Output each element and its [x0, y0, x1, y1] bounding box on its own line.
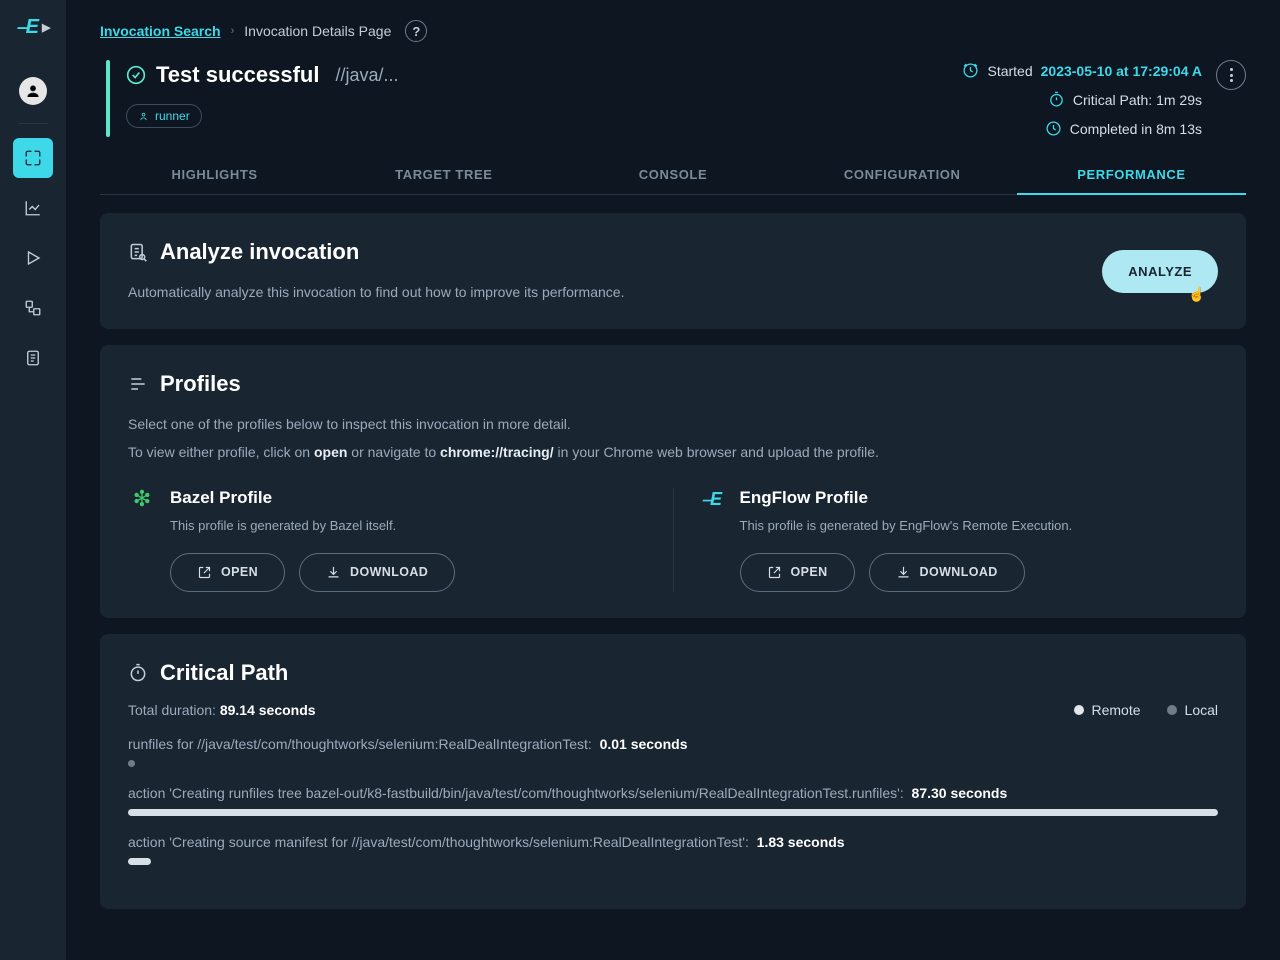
sidebar-item-stats[interactable] [13, 188, 53, 228]
download-icon [896, 565, 911, 580]
analyze-button[interactable]: ANALYZE ☝ [1102, 250, 1218, 293]
sidebar-item-reports[interactable] [13, 338, 53, 378]
critical-path-item[interactable]: action 'Creating source manifest for //j… [128, 834, 1218, 865]
bazel-profile-col: ❇ Bazel Profile This profile is generate… [128, 488, 674, 592]
profiles-card: Profiles Select one of the profiles belo… [100, 345, 1246, 617]
runner-badge[interactable]: runner [126, 104, 202, 128]
chevron-right-icon: › [231, 25, 235, 37]
status-accent-bar [106, 60, 110, 137]
bazel-icon: ❇ [133, 488, 151, 510]
completed-row: Completed in 8m 13s [1045, 120, 1202, 137]
engflow-profile-title: EngFlow Profile [740, 488, 1219, 508]
bazel-profile-title: Bazel Profile [170, 488, 649, 508]
help-icon[interactable]: ? [405, 20, 427, 42]
external-link-icon [767, 565, 782, 580]
critical-path-bar-track [128, 809, 1218, 816]
stopwatch-icon [128, 663, 148, 683]
breadcrumb: Invocation Search › Invocation Details P… [100, 20, 1246, 42]
target-path: //java/... [335, 65, 398, 86]
critical-path-bar [128, 858, 151, 865]
profiles-desc: Select one of the profiles below to insp… [128, 413, 1218, 435]
tab-configuration[interactable]: CONFIGURATION [788, 157, 1017, 194]
sidebar-item-invocations[interactable] [13, 138, 53, 178]
download-icon [326, 565, 341, 580]
engflow-open-button[interactable]: OPEN [740, 553, 855, 592]
status-text: Test successful [156, 62, 319, 88]
profiles-title: Profiles [160, 371, 241, 397]
critical-path-bar-track [128, 858, 1218, 865]
started-row: Started 2023-05-10 at 17:29:04 A [962, 62, 1202, 79]
sidebar-item-workers[interactable] [13, 288, 53, 328]
bazel-profile-desc: This profile is generated by Bazel itsel… [170, 518, 649, 533]
engflow-profile-desc: This profile is generated by EngFlow's R… [740, 518, 1219, 533]
local-dot-icon [1167, 705, 1177, 715]
critical-path-row: Critical Path: 1m 29s [1048, 91, 1202, 108]
tab-performance[interactable]: PERFORMANCE [1017, 157, 1246, 194]
critical-path-total: Total duration: 89.14 seconds [128, 702, 1074, 718]
sidebar-item-run[interactable] [13, 238, 53, 278]
stopwatch-icon [1048, 91, 1065, 108]
more-menu-button[interactable] [1216, 60, 1246, 90]
tab-console[interactable]: CONSOLE [558, 157, 787, 194]
bazel-download-button[interactable]: DOWNLOAD [299, 553, 455, 592]
analyze-icon [128, 242, 148, 262]
tab-highlights[interactable]: HIGHLIGHTS [100, 157, 329, 194]
critical-path-bar [128, 809, 1218, 816]
critical-path-title: Critical Path [160, 660, 288, 686]
critical-path-card: Critical Path Total duration: 89.14 seco… [100, 634, 1246, 909]
critical-path-bar-track [128, 760, 1218, 767]
sidebar: ⎯E▶ [0, 0, 66, 960]
check-circle-icon [126, 65, 146, 85]
analyze-card: Analyze invocation Automatically analyze… [100, 213, 1246, 329]
critical-path-bar [128, 760, 135, 767]
cursor-icon: ☝ [1188, 286, 1206, 303]
logo[interactable]: ⎯E▶ [17, 16, 50, 39]
engflow-download-button[interactable]: DOWNLOAD [869, 553, 1025, 592]
invocation-header: Test successful //java/... runner Starte… [100, 60, 1246, 137]
tabs: HIGHLIGHTS TARGET TREE CONSOLE CONFIGURA… [100, 157, 1246, 195]
engflow-profile-col: ⎯E EngFlow Profile This profile is gener… [674, 488, 1219, 592]
engflow-icon: ⎯E [702, 490, 721, 508]
clock-icon [1045, 120, 1062, 137]
profiles-icon [128, 374, 148, 394]
analyze-title: Analyze invocation [160, 239, 359, 265]
clock-icon [962, 62, 979, 79]
critical-path-legend: Remote Local [1074, 702, 1219, 718]
critical-path-item-label: runfiles for //java/test/com/thoughtwork… [128, 736, 1218, 752]
remote-dot-icon [1074, 705, 1084, 715]
avatar[interactable] [19, 77, 47, 105]
analyze-desc: Automatically analyze this invocation to… [128, 281, 1102, 303]
critical-path-item[interactable]: action 'Creating runfiles tree bazel-out… [128, 785, 1218, 816]
critical-path-item[interactable]: runfiles for //java/test/com/thoughtwork… [128, 736, 1218, 767]
sidebar-expand-icon[interactable]: ▶ [42, 21, 49, 34]
breadcrumb-current: Invocation Details Page [244, 23, 391, 39]
started-value[interactable]: 2023-05-10 at 17:29:04 A [1041, 63, 1202, 79]
bazel-open-button[interactable]: OPEN [170, 553, 285, 592]
breadcrumb-search[interactable]: Invocation Search [100, 23, 221, 39]
divider [18, 123, 48, 124]
external-link-icon [197, 565, 212, 580]
tab-target-tree[interactable]: TARGET TREE [329, 157, 558, 194]
critical-path-item-label: action 'Creating runfiles tree bazel-out… [128, 785, 1218, 801]
critical-path-item-label: action 'Creating source manifest for //j… [128, 834, 1218, 850]
profiles-desc2: To view either profile, click on open or… [128, 444, 1218, 460]
